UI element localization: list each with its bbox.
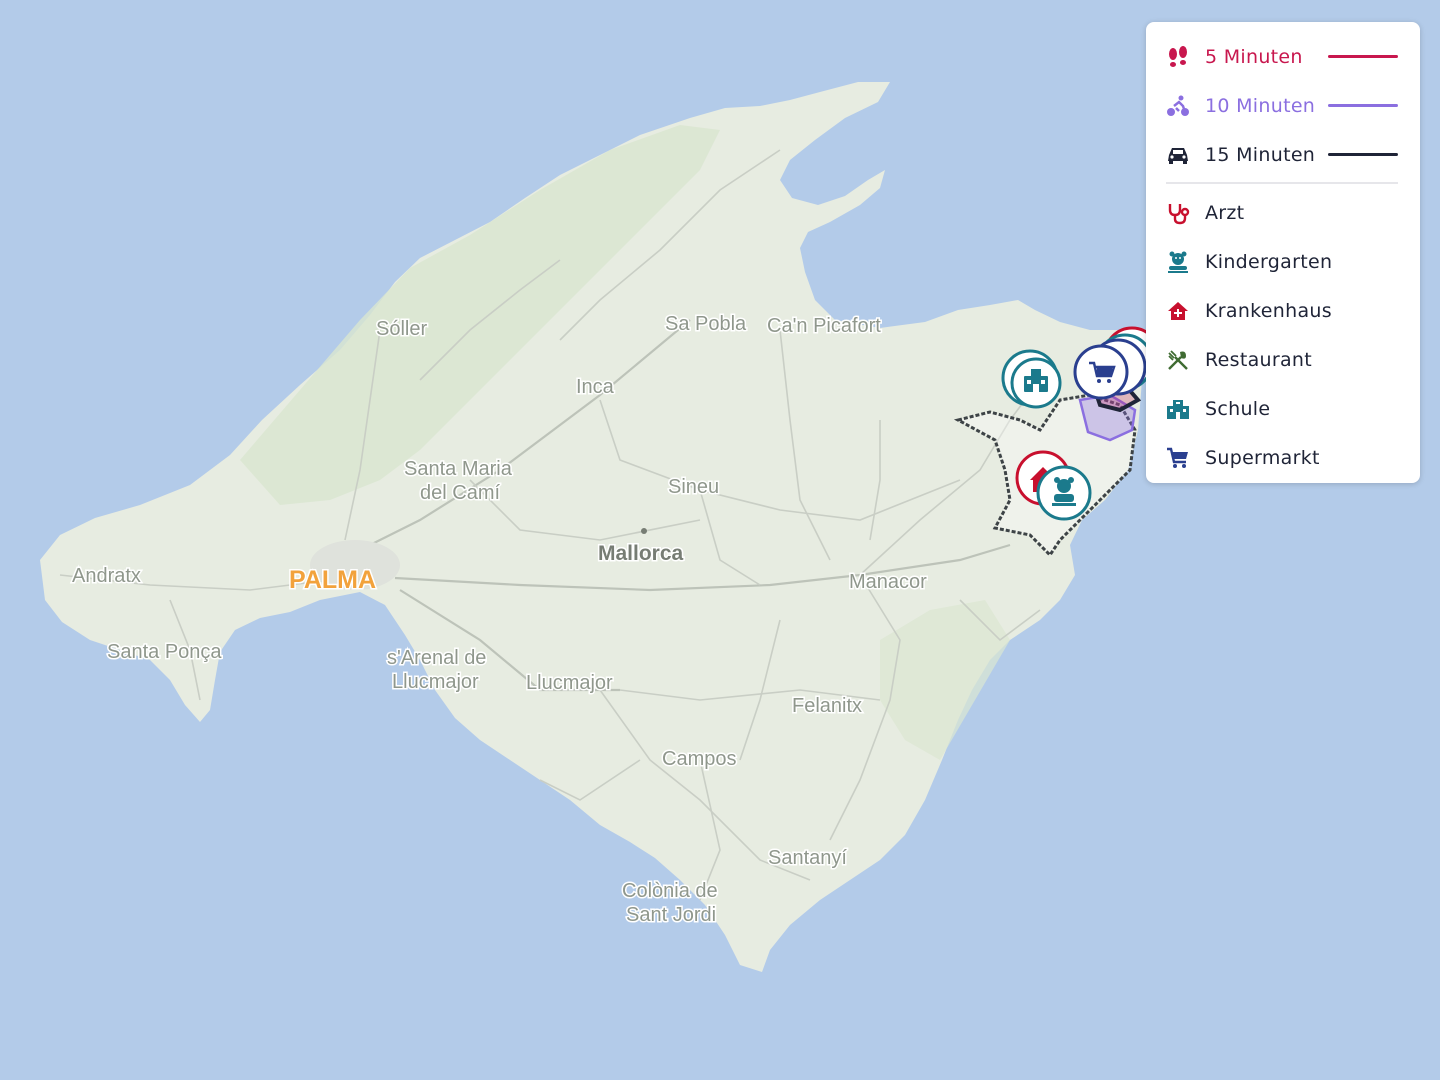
label-manacor: Manacor	[849, 571, 927, 593]
legend-row-kindergarten[interactable]: Kindergarten	[1166, 237, 1398, 286]
legend-row-5-minuten[interactable]: 5 Minuten	[1166, 32, 1398, 81]
label-santa-maria-line1: Santa Maria	[404, 458, 513, 480]
legend-divider	[1166, 182, 1398, 184]
legend-row-restaurant[interactable]: Restaurant	[1166, 335, 1398, 384]
footprints-icon	[1166, 45, 1190, 69]
car-icon	[1166, 143, 1190, 167]
label-llucmajor: Llucmajor	[526, 672, 613, 694]
mallorca-center-dot	[641, 528, 647, 534]
legend-line-5-minuten	[1328, 55, 1398, 58]
label-arenal-line1: s'Arenal de	[387, 647, 486, 669]
cart-icon	[1166, 446, 1190, 470]
marker-supermarkt[interactable]	[1073, 344, 1129, 400]
marker-kindergarten[interactable]	[1036, 465, 1092, 521]
marker-schule[interactable]	[1001, 349, 1062, 409]
label-santanyi: Santanyí	[768, 847, 847, 869]
label-palma: PALMA	[289, 566, 376, 594]
legend-row-arzt[interactable]: Arzt	[1166, 188, 1398, 237]
kindergarten-icon	[1166, 250, 1190, 274]
label-sa-pobla: Sa Pobla	[665, 313, 747, 335]
legend-label-10-minuten: 10 Minuten	[1205, 94, 1316, 117]
legend-row-schule[interactable]: Schule	[1166, 384, 1398, 433]
legend-line-10-minuten	[1328, 104, 1398, 107]
label-colonia-line1: Colònia de	[622, 880, 718, 902]
restaurant-icon	[1166, 348, 1190, 372]
map-legend: 5 Minuten 10 Minuten 15 Minuten Arzt Kin…	[1146, 22, 1420, 483]
bicycle-icon	[1166, 94, 1190, 118]
label-soller: Sóller	[376, 318, 427, 340]
legend-row-10-minuten[interactable]: 10 Minuten	[1166, 81, 1398, 130]
label-mallorca: Mallorca	[598, 542, 684, 565]
legend-label-krankenhaus: Krankenhaus	[1205, 299, 1332, 322]
legend-label-restaurant: Restaurant	[1205, 348, 1313, 371]
legend-label-supermarkt: Supermarkt	[1205, 446, 1320, 469]
legend-row-15-minuten[interactable]: 15 Minuten	[1166, 130, 1398, 179]
label-inca: Inca	[576, 376, 615, 398]
label-santa-maria-line2: del Camí	[420, 482, 500, 504]
legend-row-krankenhaus[interactable]: Krankenhaus	[1166, 286, 1398, 335]
hospital-icon	[1166, 299, 1190, 323]
legend-label-15-minuten: 15 Minuten	[1205, 143, 1316, 166]
label-can-picafort: Ca'n Picafort	[767, 315, 881, 337]
legend-line-15-minuten	[1328, 153, 1398, 156]
label-arenal-line2: Llucmajor	[392, 671, 479, 693]
legend-label-kindergarten: Kindergarten	[1205, 250, 1333, 273]
label-sineu: Sineu	[668, 476, 719, 498]
legend-label-arzt: Arzt	[1205, 201, 1245, 224]
legend-label-schule: Schule	[1205, 397, 1271, 420]
stethoscope-icon	[1166, 201, 1190, 225]
school-icon	[1166, 397, 1190, 421]
label-andratx: Andratx	[72, 565, 141, 587]
label-colonia-line2: Sant Jordi	[626, 904, 716, 926]
label-felanitx: Felanitx	[792, 695, 862, 717]
label-santa-ponsa: Santa Ponça	[107, 641, 222, 663]
label-campos: Campos	[662, 748, 736, 770]
legend-label-5-minuten: 5 Minuten	[1205, 45, 1303, 68]
legend-row-supermarkt[interactable]: Supermarkt	[1166, 433, 1398, 482]
